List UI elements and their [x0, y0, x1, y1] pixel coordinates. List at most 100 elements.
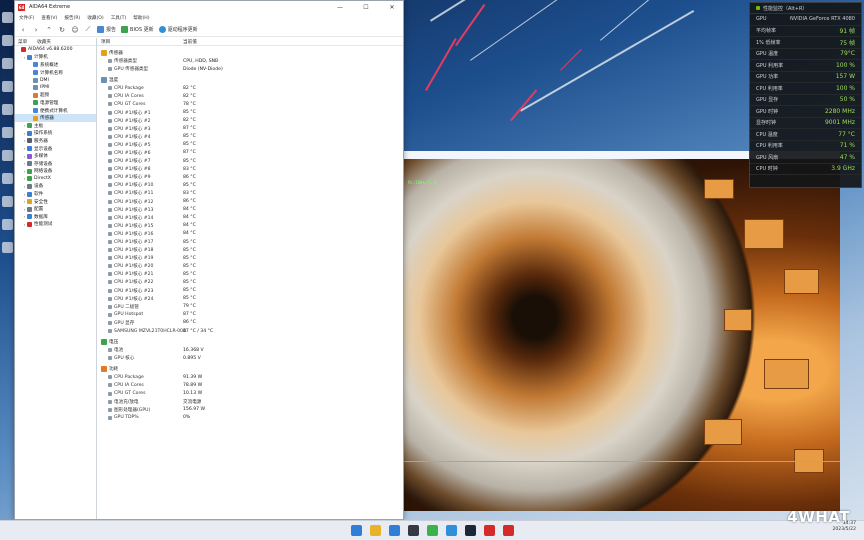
- maximize-button[interactable]: ☐: [355, 1, 377, 13]
- column-item[interactable]: 项目: [97, 39, 183, 45]
- sensor-row[interactable]: CPU IA Cores 78.89 W: [97, 381, 403, 389]
- tree-item[interactable]: 系统概述: [15, 61, 96, 69]
- sensor-row[interactable]: CPU #1/核心 #20 85 °C: [97, 262, 403, 270]
- tree-item[interactable]: › 网络设备: [15, 168, 96, 176]
- tree-item[interactable]: AIDA64 v6.88.6200: [15, 46, 96, 54]
- sensor-row[interactable]: CPU Package 91.39 W: [97, 373, 403, 381]
- sensor-row[interactable]: CPU #1/核心 #8 83 °C: [97, 165, 403, 173]
- sensor-row[interactable]: GPU 传感器类型 Diode (NV-Diode): [97, 65, 403, 73]
- sensor-row[interactable]: CPU GT Cores 10.13 W: [97, 389, 403, 397]
- sensor-row[interactable]: CPU #1/核心 #24 85 °C: [97, 295, 403, 303]
- sensor-row[interactable]: CPU #1/核心 #2 82 °C: [97, 117, 403, 125]
- start-icon[interactable]: [350, 525, 362, 536]
- tab-favorites[interactable]: 收藏夹: [37, 39, 51, 45]
- sensor-row[interactable]: GPU Hotspot 87 °C: [97, 311, 403, 319]
- sensor-row[interactable]: SAMSUNG MZVL21T0HCLR-00B 47 °C / 34 °C: [97, 327, 403, 335]
- sensor-row[interactable]: CPU Package 82 °C: [97, 84, 403, 92]
- menu-help[interactable]: 帮助(H): [133, 15, 149, 21]
- report-button[interactable]: 报告: [97, 26, 116, 33]
- sensor-name: 电池充/放电: [114, 399, 139, 405]
- menu-file[interactable]: 文件(F): [19, 15, 34, 21]
- up-icon[interactable]: ⌃: [45, 26, 53, 34]
- tree-item[interactable]: › 软件: [15, 190, 96, 198]
- sensor-row[interactable]: CPU #1/核心 #19 85 °C: [97, 254, 403, 262]
- tree-item[interactable]: › 多媒体: [15, 152, 96, 160]
- sensor-row[interactable]: 图形处理器(GPU) 156.97 W: [97, 406, 403, 414]
- sensor-row[interactable]: CPU #1/核心 #14 84 °C: [97, 214, 403, 222]
- sensor-row[interactable]: 传感器类型 CPU, HDD, SNB: [97, 57, 403, 65]
- tab-menu[interactable]: 菜单: [18, 39, 27, 45]
- sensor-row[interactable]: CPU #1/核心 #23 85 °C: [97, 287, 403, 295]
- sensor-row[interactable]: GPU 核心 0.895 V: [97, 354, 403, 362]
- menu-report[interactable]: 报告(R): [64, 15, 80, 21]
- tree-item[interactable]: DMI: [15, 76, 96, 84]
- sensor-row[interactable]: CPU #1/核心 #11 83 °C: [97, 189, 403, 197]
- sensor-row[interactable]: CPU #1/核心 #18 85 °C: [97, 246, 403, 254]
- tree-item[interactable]: 便携式计算机: [15, 107, 96, 115]
- sensor-row[interactable]: CPU #1/核心 #10 85 °C: [97, 181, 403, 189]
- overclock-icon: [33, 92, 38, 98]
- menu-view[interactable]: 查看(V): [41, 15, 57, 21]
- tree-item[interactable]: › 服务器: [15, 137, 96, 145]
- sensor-row[interactable]: 电池充/放电 交流电源: [97, 398, 403, 406]
- aida64-taskbar-icon[interactable]: [502, 525, 514, 536]
- tree-item[interactable]: › 设备: [15, 183, 96, 191]
- tree-item[interactable]: 电源管理: [15, 99, 96, 107]
- browser-icon[interactable]: [445, 525, 457, 536]
- sensor-row[interactable]: CPU GT Cores 78 °C: [97, 100, 403, 108]
- sensor-row[interactable]: CPU #1/核心 #21 85 °C: [97, 270, 403, 278]
- chart-icon[interactable]: ⟋: [84, 25, 92, 34]
- wechat-icon[interactable]: [426, 525, 438, 536]
- tree-item[interactable]: › 操作系统: [15, 130, 96, 138]
- tree-item[interactable]: › 存储设备: [15, 160, 96, 168]
- sensor-row[interactable]: CPU #1/核心 #22 85 °C: [97, 278, 403, 286]
- tree-item[interactable]: 计算机名称: [15, 69, 96, 77]
- sensor-row[interactable]: CPU IA Cores 82 °C: [97, 92, 403, 100]
- sensor-row[interactable]: CPU #1/核心 #17 85 °C: [97, 238, 403, 246]
- sensor-row[interactable]: CPU #1/核心 #3 87 °C: [97, 125, 403, 133]
- user-icon[interactable]: ☺: [71, 26, 79, 34]
- system-clock[interactable]: 14:37 2023/5/22: [832, 521, 856, 533]
- sensor-row[interactable]: CPU #1/核心 #15 84 °C: [97, 222, 403, 230]
- sensor-row[interactable]: GPU TDP% 0%: [97, 414, 403, 422]
- forward-icon[interactable]: ›: [32, 26, 40, 34]
- game-icon[interactable]: [483, 525, 495, 536]
- tree-item[interactable]: › 配置: [15, 205, 96, 213]
- menu-favorites[interactable]: 收藏(O): [87, 15, 103, 21]
- tree-item[interactable]: 超频: [15, 92, 96, 100]
- back-icon[interactable]: ‹: [19, 26, 27, 34]
- sensor-row[interactable]: CPU #1/核心 #4 85 °C: [97, 133, 403, 141]
- sensor-row[interactable]: CPU #1/核心 #6 87 °C: [97, 149, 403, 157]
- tree-item[interactable]: › DirectX: [15, 175, 96, 183]
- desktop-icons[interactable]: [0, 0, 15, 253]
- sensor-row[interactable]: CPU #1/核心 #12 86 °C: [97, 198, 403, 206]
- explorer-icon[interactable]: [369, 525, 381, 536]
- sensor-row[interactable]: 电池 16.368 V: [97, 346, 403, 354]
- terminal-icon[interactable]: [407, 525, 419, 536]
- tree-item[interactable]: › 安全性: [15, 198, 96, 206]
- tree-item[interactable]: 传感器: [15, 114, 96, 122]
- driver-update-button[interactable]: 驱动程序更新: [158, 26, 198, 33]
- tree-item[interactable]: › 数据库: [15, 213, 96, 221]
- tree-item[interactable]: › 主板: [15, 122, 96, 130]
- sensor-row[interactable]: CPU #1/核心 #7 85 °C: [97, 157, 403, 165]
- sensor-row[interactable]: GPU 二极管 79 °C: [97, 303, 403, 311]
- tree-item[interactable]: › 性能测试: [15, 221, 96, 229]
- tree-item[interactable]: › 显示设备: [15, 145, 96, 153]
- sensor-row[interactable]: CPU #1/核心 #1 85 °C: [97, 108, 403, 116]
- tree-item[interactable]: › 计算机: [15, 54, 96, 62]
- sensor-row[interactable]: CPU #1/核心 #16 84 °C: [97, 230, 403, 238]
- sensor-row[interactable]: CPU #1/核心 #9 86 °C: [97, 173, 403, 181]
- store-icon[interactable]: [388, 525, 400, 536]
- sensor-row[interactable]: CPU #1/核心 #13 84 °C: [97, 206, 403, 214]
- steam-icon[interactable]: [464, 525, 476, 536]
- sensor-row[interactable]: CPU #1/核心 #5 85 °C: [97, 141, 403, 149]
- sensor-row[interactable]: GPU 显存 86 °C: [97, 319, 403, 327]
- bios-update-button[interactable]: BIOS 更新: [121, 26, 154, 33]
- close-button[interactable]: ✕: [381, 1, 403, 13]
- minimize-button[interactable]: —: [329, 1, 351, 13]
- tree-item[interactable]: IPMI: [15, 84, 96, 92]
- refresh-icon[interactable]: ↻: [58, 26, 66, 34]
- menu-tools[interactable]: 工具(T): [111, 15, 127, 21]
- column-value[interactable]: 当前值: [183, 39, 197, 45]
